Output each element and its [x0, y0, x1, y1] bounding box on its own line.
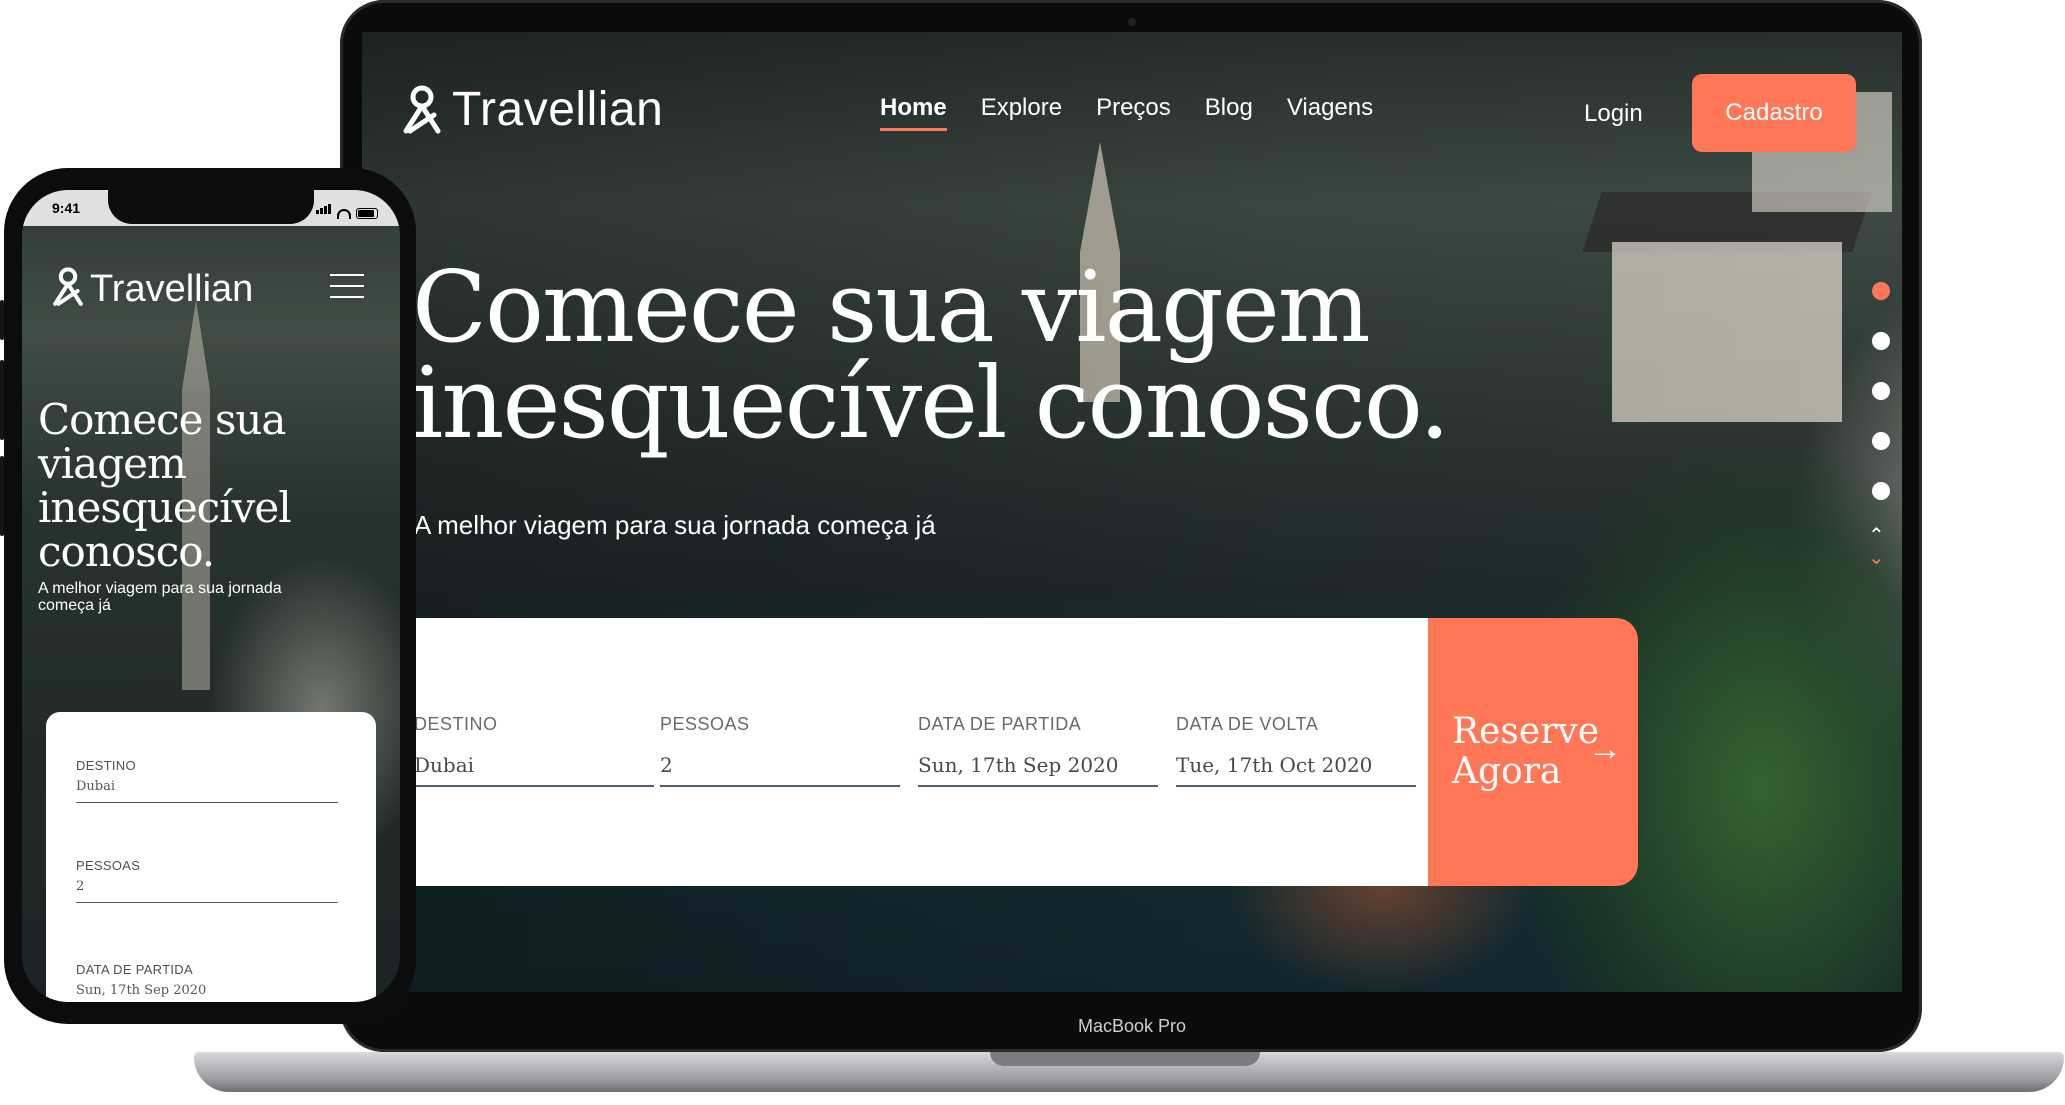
destino-label: DESTINO [76, 758, 136, 773]
arrow-right-icon: → [1588, 730, 1622, 768]
brand-name: Travellian [90, 268, 254, 310]
mobile-destino-field[interactable]: DESTINO Dubai [76, 758, 338, 803]
person-pin-logo-icon [52, 266, 84, 313]
data-partida-input[interactable]: Sun, 17th Sep 2020 [918, 753, 1158, 787]
data-partida-label: DATA DE PARTIDA [918, 714, 1082, 734]
pessoas-field[interactable]: PESSOAS 2 [660, 714, 900, 787]
mobile-brand[interactable]: Travellian [52, 266, 253, 313]
wifi-icon [337, 209, 351, 219]
destino-field[interactable]: DESTINO Dubai [414, 714, 654, 787]
phone-mute-switch [0, 300, 4, 340]
signup-button[interactable]: Cadastro [1692, 74, 1856, 152]
phone-volume-down [0, 456, 4, 536]
slider-dot-4[interactable] [1872, 432, 1890, 450]
nav-item-precos[interactable]: Preços [1096, 94, 1171, 122]
slider-dot-1[interactable] [1872, 282, 1890, 300]
pessoas-input[interactable]: 2 [660, 753, 900, 787]
data-partida-label: DATA DE PARTIDA [76, 962, 193, 977]
nav-item-blog[interactable]: Blog [1205, 94, 1253, 122]
status-icons [316, 201, 378, 219]
booking-form: DESTINO Dubai PESSOAS 2 DATA DE PARTIDA … [414, 618, 1428, 886]
nav-item-home[interactable]: Home [880, 94, 947, 131]
chevron-down-icon[interactable]: ⌄ [1868, 548, 1885, 568]
person-pin-logo-icon [402, 85, 442, 135]
data-partida-field[interactable]: DATA DE PARTIDA Sun, 17th Sep 2020 [918, 714, 1158, 787]
pessoas-input[interactable]: 2 [76, 879, 338, 903]
desktop-brand[interactable]: Travellian [402, 82, 663, 137]
reserve-button[interactable]: Reserve Agora → [1428, 618, 1638, 886]
camera-icon [1128, 18, 1136, 26]
device-label: MacBook Pro [1078, 1016, 1187, 1036]
hero-title-line-2: inesquecível conosco. [412, 347, 1450, 461]
mobile-hero-subtitle: A melhor viagem para sua jornada começa … [38, 580, 282, 614]
main-nav: Home Explore Preços Blog Viagens [880, 94, 1373, 131]
mobile-pessoas-field[interactable]: PESSOAS 2 [76, 858, 338, 903]
hero-title: Comece sua viagem inesquecível conosco. [412, 259, 1512, 453]
nav-item-viagens[interactable]: Viagens [1287, 94, 1373, 122]
chevron-up-icon[interactable]: ⌃ [1868, 526, 1885, 546]
phone-volume-up [0, 360, 4, 440]
pessoas-label: PESSOAS [76, 858, 141, 873]
status-time: 9:41 [52, 200, 81, 216]
brand-name: Travellian [452, 83, 664, 136]
destino-label: DESTINO [414, 714, 498, 734]
destino-input[interactable]: Dubai [414, 753, 654, 787]
data-partida-input[interactable]: Sun, 17th Sep 2020 [76, 983, 338, 1002]
phone-notch [108, 190, 314, 224]
destino-input[interactable]: Dubai [76, 779, 338, 803]
data-volta-label: DATA DE VOLTA [1176, 714, 1319, 734]
slider-dot-5[interactable] [1872, 482, 1890, 500]
slider-dot-3[interactable] [1872, 382, 1890, 400]
slider-pagination [1872, 282, 1890, 500]
hamburger-menu-icon[interactable] [330, 274, 364, 298]
reserve-button-label: Reserve Agora [1452, 711, 1600, 792]
signal-icon [316, 201, 332, 219]
slider-dot-2[interactable] [1872, 332, 1890, 350]
mobile-data-partida-field[interactable]: DATA DE PARTIDA Sun, 17th Sep 2020 [76, 962, 338, 1002]
mobile-booking-form: DESTINO Dubai PESSOAS 2 DATA DE PARTIDA … [46, 712, 376, 1002]
hero-subtitle: A melhor viagem para sua jornada começa … [414, 510, 936, 540]
data-volta-field[interactable]: DATA DE VOLTA Tue, 17th Oct 2020 [1176, 714, 1416, 787]
mobile-screen: 9:41 Travellian Comece sua viagem inesqu… [22, 190, 400, 1002]
mobile-hero-title: Comece sua viagem inesquecível conosco. [38, 395, 292, 576]
nav-item-explore[interactable]: Explore [981, 94, 1062, 122]
pessoas-label: PESSOAS [660, 714, 750, 734]
data-volta-input[interactable]: Tue, 17th Oct 2020 [1176, 753, 1416, 787]
login-link[interactable]: Login [1584, 100, 1643, 128]
battery-icon [356, 208, 378, 219]
laptop-hinge-notch [990, 1052, 1260, 1066]
